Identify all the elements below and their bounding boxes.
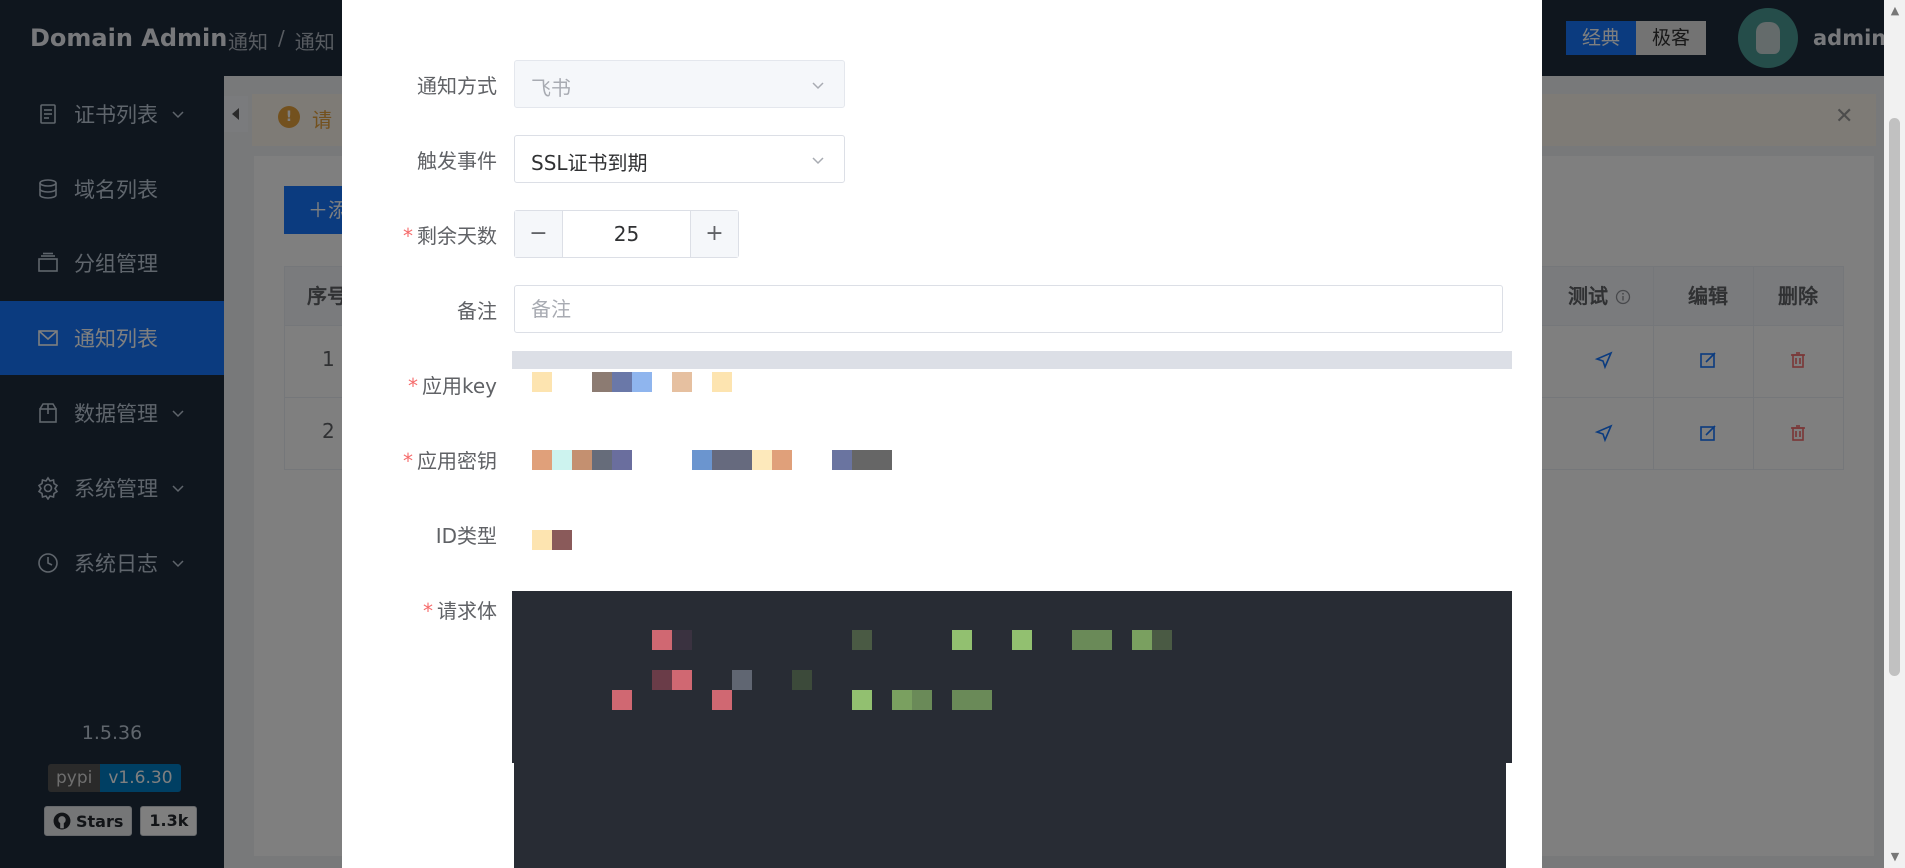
trigger-event-value: SSL证书到期 [531, 151, 648, 175]
notify-method-label: 通知方式 [417, 74, 497, 98]
trigger-event-select[interactable]: SSL证书到期 [514, 135, 845, 183]
remark-label: 备注 [457, 299, 497, 323]
required-mark: * [403, 449, 413, 473]
notify-method-value: 飞书 [531, 76, 571, 100]
trigger-event-label: 触发事件 [417, 149, 497, 173]
request-body-label: * 请求体 [423, 599, 497, 623]
remaining-days-input[interactable] [563, 211, 690, 257]
remark-input[interactable] [514, 285, 1503, 333]
remaining-days-stepper: − + [514, 210, 739, 258]
app-key-label: * 应用key [407, 374, 497, 398]
required-mark: * [403, 224, 413, 248]
required-mark: * [423, 599, 433, 623]
scroll-up-icon[interactable]: ▲ [1888, 4, 1902, 18]
id-type-label: ID类型 [435, 524, 497, 548]
chevron-down-icon [812, 157, 824, 165]
decrement-button[interactable]: − [515, 211, 563, 257]
scrollbar-thumb[interactable] [1889, 118, 1900, 676]
app-key-field[interactable] [512, 351, 1512, 369]
app-secret-label: * 应用密钥 [403, 449, 497, 473]
request-body-editor-area[interactable] [514, 763, 1506, 868]
increment-button[interactable]: + [690, 211, 738, 257]
chevron-down-icon [812, 82, 824, 90]
scroll-down-icon[interactable]: ▼ [1888, 850, 1902, 864]
required-mark: * [407, 374, 418, 398]
remaining-days-label: * 剩余天数 [403, 224, 497, 248]
notify-method-select[interactable]: 飞书 [514, 60, 845, 108]
